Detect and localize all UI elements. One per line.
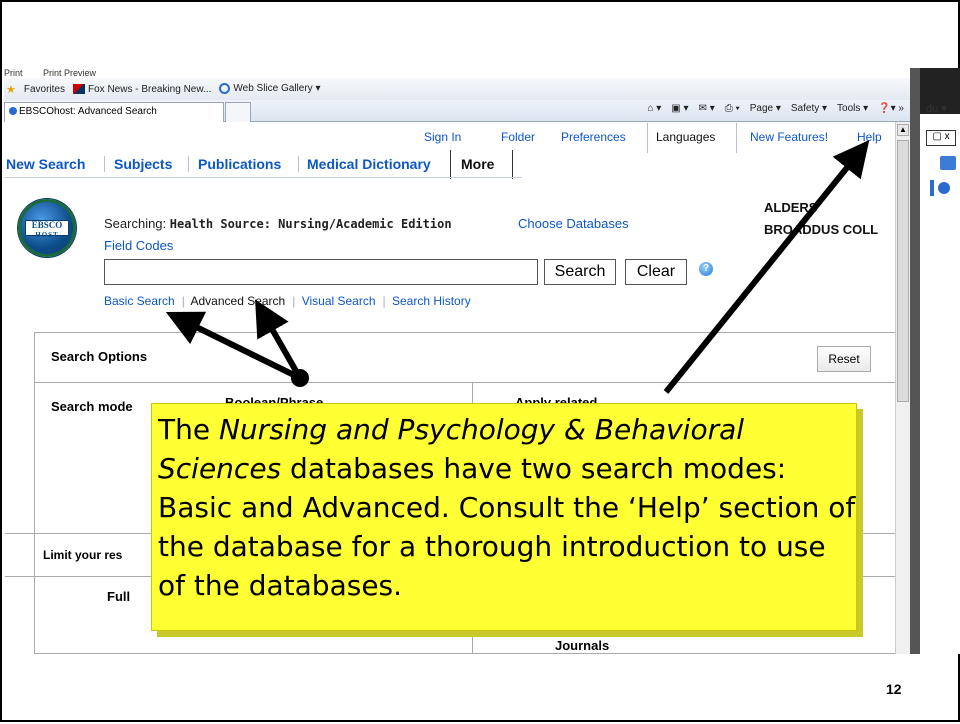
nav-subjects[interactable]: Subjects xyxy=(114,156,172,172)
scroll-up-icon[interactable]: ▲ xyxy=(897,124,909,136)
journals-label: Journals xyxy=(555,638,610,653)
folder-link[interactable]: Folder xyxy=(501,130,535,144)
nav-more[interactable]: More xyxy=(461,156,494,172)
nav-medical-dictionary[interactable]: Medical Dictionary xyxy=(307,156,431,172)
full-text-label: Full xyxy=(107,589,131,604)
page-scrollbar[interactable]: ▲ xyxy=(895,122,910,654)
institution-name-line1: ALDERS xyxy=(764,200,818,215)
ebscohost-logo[interactable]: EBSCO HOST xyxy=(18,199,76,257)
window-border xyxy=(910,68,920,654)
browser-tab-active[interactable]: EBSCOhost: Advanced Search xyxy=(4,102,224,122)
sign-in-link[interactable]: Sign In xyxy=(424,130,461,144)
help-question-icon[interactable]: ? xyxy=(699,262,713,276)
slide: Print Print Preview ★ Favorites Fox News… xyxy=(0,0,960,722)
favorite-item-web-slice[interactable]: Web Slice Gallery ▾ xyxy=(219,83,320,95)
menu-print[interactable]: Print xyxy=(4,68,23,78)
tab-title: EBSCOhost: Advanced Search xyxy=(19,106,157,117)
favorites-label[interactable]: Favorites xyxy=(24,84,65,95)
window-controls[interactable]: ▢ x xyxy=(926,130,956,146)
fox-news-icon xyxy=(73,83,85,94)
search-options-header: Search Options Reset xyxy=(35,333,910,383)
menu-print-preview[interactable]: Print Preview xyxy=(43,68,96,78)
institution-name-line2: BROADDUS COLL xyxy=(764,222,879,237)
field-codes-link[interactable]: Field Codes xyxy=(104,238,173,253)
choose-databases-link[interactable]: Choose Databases xyxy=(518,216,629,231)
main-nav: New Search Subjects Publications Medical… xyxy=(4,150,522,178)
feeds-icon[interactable]: ▣ ▾ xyxy=(671,103,688,114)
explanation-callout: The Nursing and Psychology & Behavioral … xyxy=(151,403,857,631)
divider-bar xyxy=(930,180,934,196)
help-link[interactable]: Help xyxy=(857,130,882,144)
limit-results-title: Limit your res xyxy=(43,548,123,562)
logo-text: EBSCO HOST xyxy=(25,220,69,239)
help-menu-icon[interactable]: ❓▾ » xyxy=(878,103,904,114)
scroll-thumb[interactable] xyxy=(897,140,909,402)
mail-icon[interactable]: ✉ ▾ xyxy=(699,103,715,114)
nav-divider xyxy=(298,156,299,172)
background-window: du ▾ ▢ x xyxy=(910,68,960,654)
ie-icon xyxy=(219,83,231,95)
languages-link[interactable]: Languages xyxy=(656,130,715,144)
reset-button[interactable]: Reset xyxy=(817,346,871,372)
favorite-item-fox[interactable]: Fox News - Breaking New... xyxy=(73,84,211,95)
help-icon[interactable] xyxy=(938,182,950,194)
basic-search-link[interactable]: Basic Search xyxy=(104,294,175,308)
print-icon[interactable]: ⎙ ▾ xyxy=(725,103,740,114)
nav-divider xyxy=(188,156,189,172)
search-go-icon[interactable] xyxy=(940,156,956,170)
search-button[interactable]: Search xyxy=(544,259,616,285)
search-options-title: Search Options xyxy=(51,349,148,364)
preferences-link[interactable]: Preferences xyxy=(561,130,626,144)
browser-menubar: Print Print Preview xyxy=(4,68,910,78)
page-menu[interactable]: Page ▾ xyxy=(750,103,781,114)
advanced-search-link[interactable]: Advanced Search xyxy=(191,294,286,308)
home-icon[interactable]: ⌂ ▾ xyxy=(647,103,661,114)
search-history-link[interactable]: Search History xyxy=(392,294,471,308)
tab-favicon-icon xyxy=(9,107,17,116)
favorites-star-icon: ★ xyxy=(6,83,16,96)
tools-menu[interactable]: Tools ▾ xyxy=(837,103,868,114)
background-window-text: du ▾ xyxy=(926,103,947,115)
search-modes-label: Search mode xyxy=(51,399,133,414)
nav-new-search[interactable]: New Search xyxy=(6,156,85,172)
nav-divider xyxy=(104,156,105,172)
database-name: Health Source: Nursing/Academic Edition xyxy=(169,217,452,231)
search-mode-links: Basic Search | Advanced Search | Visual Se… xyxy=(104,294,471,308)
searching-label: Searching: Health Source: Nursing/Academ… xyxy=(104,216,452,231)
clear-button[interactable]: Clear xyxy=(625,259,687,285)
browser-tabbar: EBSCOhost: Advanced Search ⌂ ▾ ▣ ▾ ✉ ▾ ⎙… xyxy=(4,100,910,122)
visual-search-link[interactable]: Visual Search xyxy=(302,294,376,308)
safety-menu[interactable]: Safety ▾ xyxy=(791,103,827,114)
new-tab-button[interactable] xyxy=(225,102,251,122)
top-links: Sign In Folder Preferences Languages New… xyxy=(4,122,910,150)
new-features-link[interactable]: New Features! xyxy=(750,130,828,144)
page-number: 12 xyxy=(886,681,902,697)
favorites-bar: ★ Favorites Fox News - Breaking New... W… xyxy=(4,78,910,100)
command-bar: ⌂ ▾ ▣ ▾ ✉ ▾ ⎙ ▾ Page ▾ Safety ▾ Tools ▾ … xyxy=(647,103,904,114)
search-input[interactable] xyxy=(104,259,538,285)
nav-publications[interactable]: Publications xyxy=(198,156,281,172)
